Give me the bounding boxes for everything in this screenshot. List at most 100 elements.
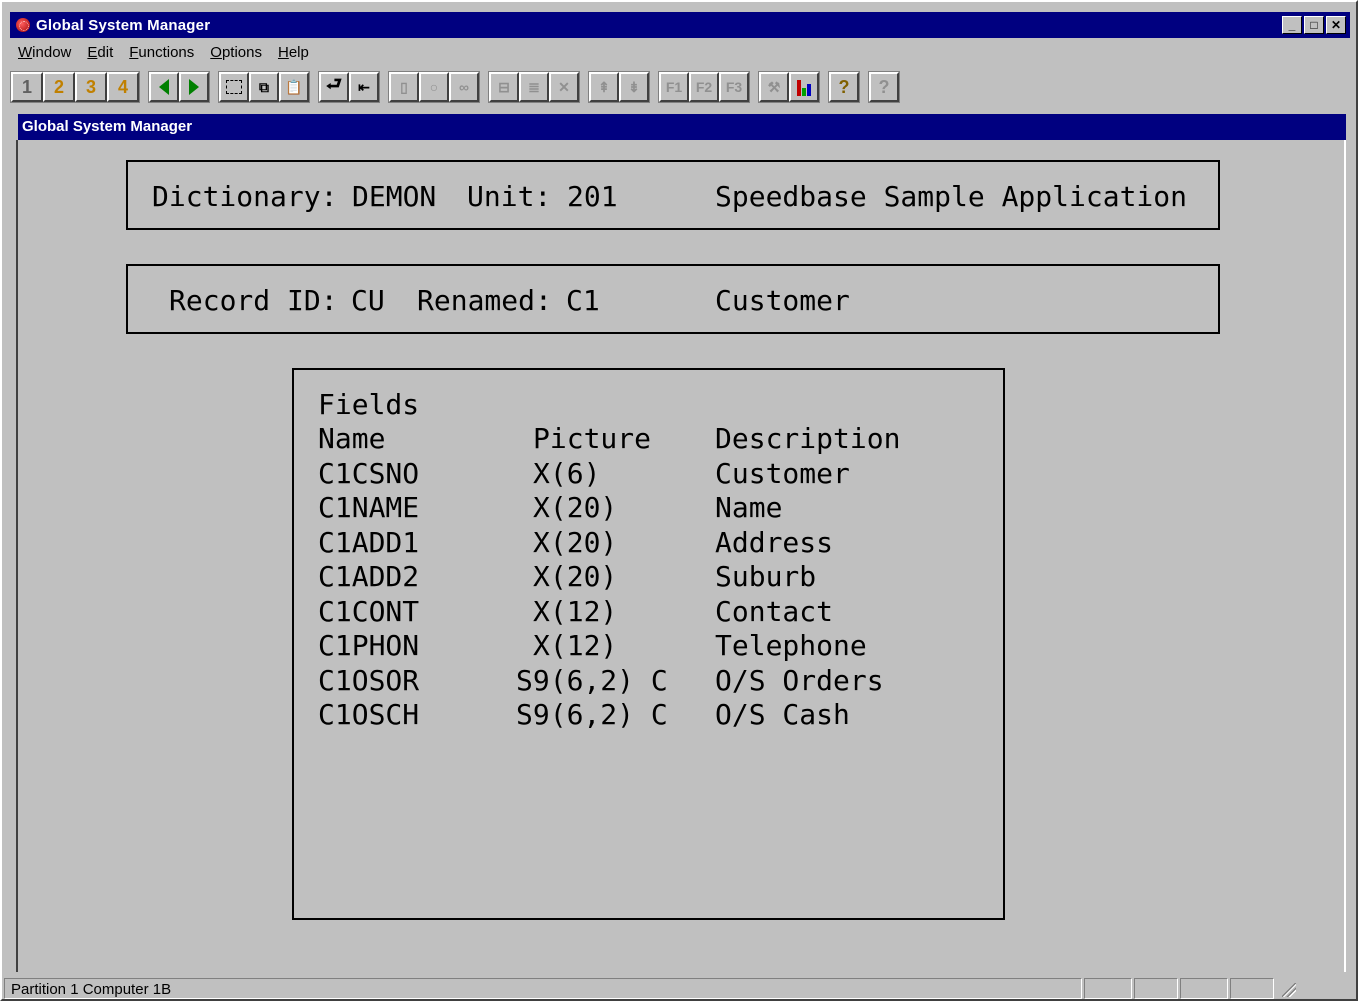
resize-grip-icon[interactable] [1276, 978, 1298, 999]
f3-button[interactable]: F3 [719, 72, 749, 102]
tools-icon: ⚒ [767, 78, 781, 95]
menu-functions[interactable]: Functions [121, 44, 202, 61]
partition-2-label: 2 [53, 76, 64, 97]
status-bar: Partition 1 Computer 1B [4, 978, 1356, 1001]
window-title: Global System Manager [36, 16, 211, 34]
menu-options-label: ptions [221, 43, 262, 61]
field-description: O/S Cash [715, 698, 850, 731]
next-button[interactable] [179, 72, 209, 102]
partition-3-button[interactable]: 3 [75, 72, 107, 102]
title-bar[interactable]: Global System Manager _ □ ✕ [10, 12, 1350, 38]
clipboard-buttons: ⧉ 📋 [218, 71, 310, 103]
add-line-button[interactable]: ≣ [519, 72, 549, 102]
partition-buttons: 1 2 3 4 [10, 71, 140, 103]
field-name: C1ADD1 [318, 526, 420, 559]
column-header-picture: Picture [533, 422, 652, 455]
menu-window-label: indow [32, 43, 72, 61]
copy-button[interactable]: ⧉ [249, 72, 279, 102]
field-name: C1OSOR [318, 664, 420, 697]
minimize-button[interactable]: _ [1282, 16, 1302, 34]
enter-button[interactable]: ⮐ [319, 72, 349, 102]
column-header-description: Description [715, 422, 901, 455]
partition-4-label: 4 [117, 76, 128, 97]
app-logo-icon[interactable] [16, 18, 30, 32]
context-help-button[interactable]: ? [869, 72, 899, 102]
previous-button[interactable] [149, 72, 179, 102]
menu-options[interactable]: Options [202, 44, 270, 61]
action-buttons: ⮐ ⇤ [318, 71, 380, 103]
field-name: C1CONT [318, 595, 420, 628]
f1-button[interactable]: F1 [659, 72, 689, 102]
f2-button[interactable]: F2 [689, 72, 719, 102]
menu-edit[interactable]: Edit [79, 44, 121, 61]
field-picture: X(20) [533, 526, 618, 559]
select-icon [226, 80, 242, 94]
menu-help-mnemonic: H [277, 43, 289, 61]
main-window: Global System Manager _ □ ✕ Window Edit … [0, 0, 1358, 1001]
paste-button[interactable]: 📋 [279, 72, 309, 102]
help-button[interactable]: ? [829, 72, 859, 102]
chart-button[interactable] [789, 72, 819, 102]
record-panel: Record ID: CU Renamed: C1 Customer [126, 264, 1220, 334]
extra-buttons: ⚒ [758, 71, 820, 103]
menu-functions-label: unctions [138, 43, 195, 61]
binoculars-icon: ∞ [459, 79, 469, 95]
field-description: O/S Orders [715, 664, 884, 697]
delete-x-icon: ✕ [558, 78, 570, 95]
f3-icon: F3 [725, 79, 743, 95]
close-button[interactable]: ✕ [1326, 16, 1346, 34]
exit-icon: ⇤ [358, 78, 370, 95]
field-description: Name [715, 491, 783, 524]
status-pane-3 [1180, 978, 1228, 999]
f2-icon: F2 [695, 79, 713, 95]
tools-button[interactable]: ⚒ [759, 72, 789, 102]
select-button[interactable] [219, 72, 249, 102]
window-controls: _ □ ✕ [1282, 16, 1346, 34]
menu-help-label: elp [288, 43, 309, 61]
field-name: C1CSNO [318, 457, 420, 490]
binoculars-button[interactable]: ∞ [449, 72, 479, 102]
context-help-buttons: ? [868, 71, 900, 103]
partition-1-button[interactable]: 1 [11, 72, 43, 102]
document-icon: ▯ [400, 78, 408, 95]
menu-help[interactable]: Help [270, 44, 317, 61]
field-picture: X(20) [533, 560, 618, 593]
field-name: C1OSCH [318, 698, 420, 731]
exit-button[interactable]: ⇤ [349, 72, 379, 102]
page-down-icon: ⇟ [628, 78, 640, 95]
delete-button[interactable]: ✕ [549, 72, 579, 102]
find-button[interactable]: ○ [419, 72, 449, 102]
tool-buttons: ▯ ○ ∞ [388, 71, 480, 103]
menu-edit-label: dit [97, 43, 114, 61]
insert-button[interactable]: ⊟ [489, 72, 519, 102]
paste-icon: 📋 [285, 78, 303, 95]
menu-options-mnemonic: O [210, 43, 222, 61]
field-description: Telephone [715, 629, 867, 662]
function-key-buttons: F1 F2 F3 [658, 71, 750, 103]
field-description: Customer [715, 457, 850, 490]
menu-window-mnemonic: W [18, 43, 33, 61]
status-pane-1 [1084, 978, 1132, 999]
enter-arrow-icon: ⮐ [325, 74, 343, 94]
insert-icon: ⊟ [498, 78, 510, 95]
field-name: C1ADD2 [318, 560, 420, 593]
document-button[interactable]: ▯ [389, 72, 419, 102]
help-question-icon: ? [838, 76, 850, 97]
field-description: Address [715, 526, 834, 559]
renamed-value: C1 [566, 284, 600, 317]
page-down-button[interactable]: ⇟ [619, 72, 649, 102]
status-text: Partition 1 Computer 1B [4, 978, 1082, 999]
partition-4-button[interactable]: 4 [107, 72, 139, 102]
navigation-buttons [148, 71, 210, 103]
partition-2-button[interactable]: 2 [43, 72, 75, 102]
field-picture: S9(6,2) C [516, 698, 668, 731]
page-up-button[interactable]: ⇞ [589, 72, 619, 102]
maximize-button[interactable]: □ [1304, 16, 1324, 34]
field-picture: S9(6,2) C [516, 664, 668, 697]
field-description: Contact [715, 595, 834, 628]
bar-chart-icon [797, 78, 811, 96]
page-up-icon: ⇞ [598, 78, 610, 95]
record-id-value: CU [351, 284, 385, 317]
status-pane-2 [1134, 978, 1178, 999]
menu-window[interactable]: Window [10, 44, 79, 61]
